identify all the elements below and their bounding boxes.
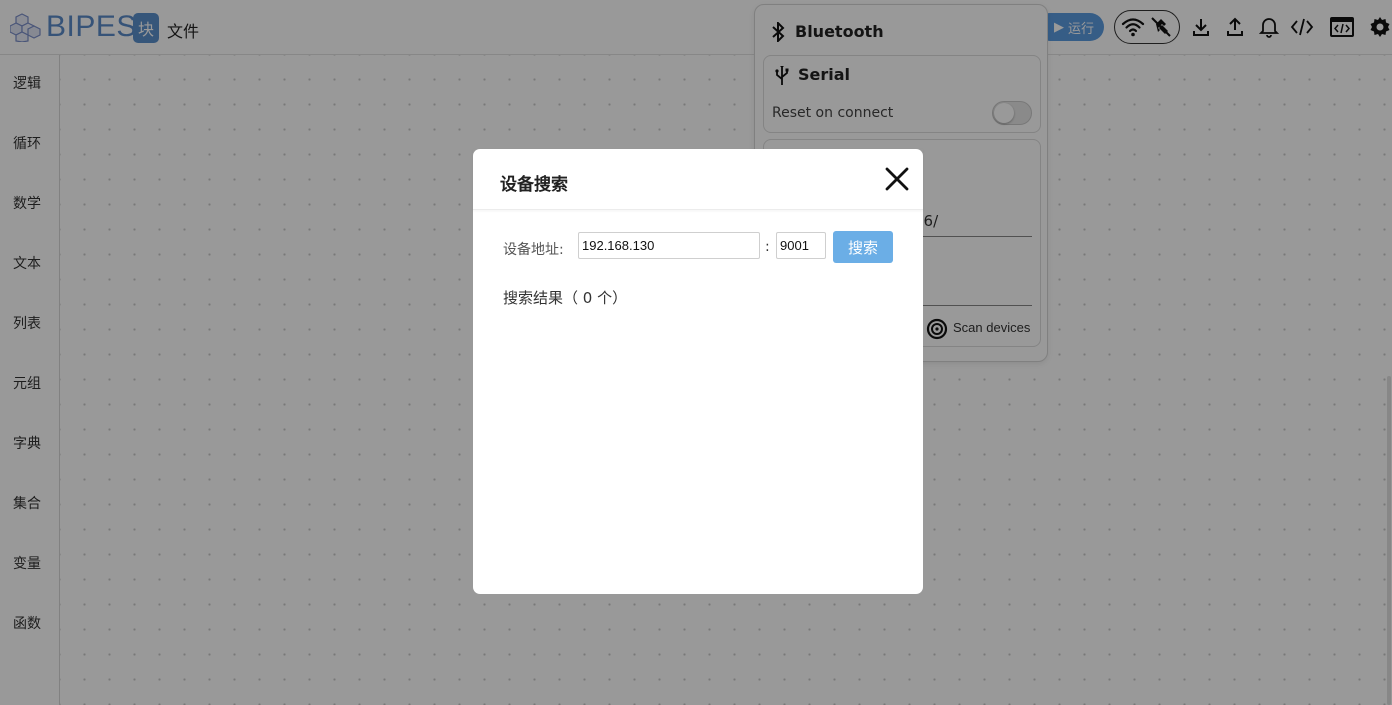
port-input[interactable]	[776, 232, 826, 259]
dialog-header: 设备搜索	[473, 149, 923, 210]
scrollbar[interactable]	[1387, 376, 1391, 705]
port-separator: :	[765, 239, 770, 255]
search-result-count: 搜索结果（ 0 个）	[503, 289, 628, 307]
ip-address-input[interactable]	[578, 232, 760, 259]
device-address-label: 设备地址:	[503, 242, 564, 258]
search-button[interactable]: 搜索	[833, 231, 893, 263]
dialog-title: 设备搜索	[500, 175, 568, 195]
close-icon[interactable]	[883, 165, 911, 193]
device-search-dialog: 设备搜索 设备地址: : 搜索 搜索结果（ 0 个）	[473, 149, 923, 594]
